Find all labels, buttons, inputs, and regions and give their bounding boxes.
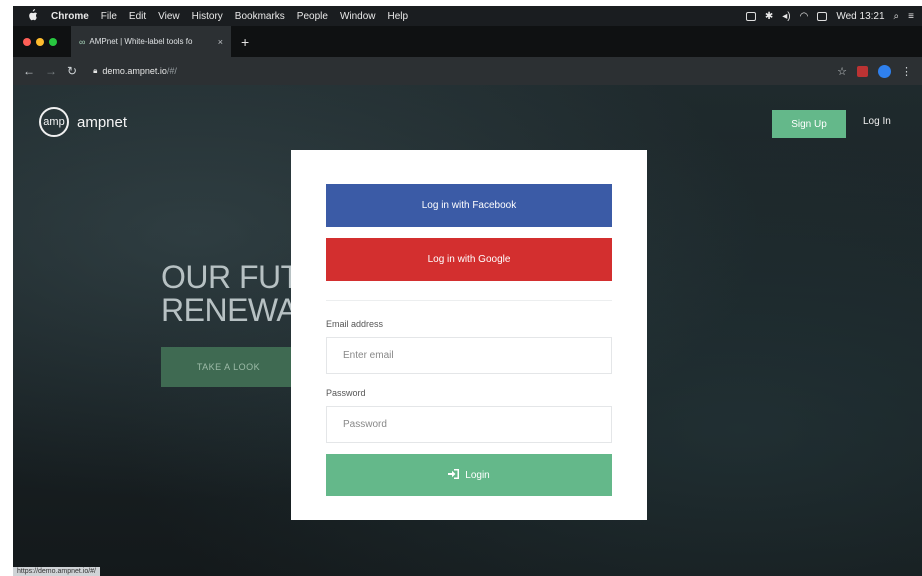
take-a-look-button[interactable]: TAKE A LOOK [161, 347, 296, 387]
hero-line-1: OUR FUT [161, 259, 300, 295]
tab-favicon-icon: ∞ [79, 36, 86, 47]
macos-menu-bar: Chrome File Edit View History Bookmarks … [13, 6, 922, 26]
menu-chrome[interactable]: Chrome [51, 11, 89, 22]
menu-edit[interactable]: Edit [129, 11, 146, 22]
reload-icon[interactable]: ↻ [67, 64, 77, 78]
facebook-login-button[interactable]: Log in with Facebook [326, 184, 612, 227]
divider [326, 300, 612, 301]
log-in-link[interactable]: Log In [863, 116, 891, 127]
menu-history[interactable]: History [192, 11, 223, 22]
menu-people[interactable]: People [297, 11, 328, 22]
profile-avatar[interactable] [878, 64, 891, 78]
email-label: Email address [326, 319, 384, 329]
status-bar-url: https://demo.ampnet.io/#/ [13, 567, 100, 576]
forward-arrow-icon[interactable]: → [45, 64, 57, 78]
minimize-window-button[interactable] [36, 37, 44, 46]
ampnet-logo[interactable]: amp ampnet [39, 107, 127, 137]
logo-mark: amp [39, 107, 69, 137]
email-field[interactable] [326, 337, 612, 374]
url-host: demo.ampnet.io [102, 66, 167, 76]
logo-wordmark: ampnet [77, 113, 128, 131]
menubar-clock[interactable]: Wed 13:21 [836, 11, 884, 22]
login-button[interactable]: Login [326, 454, 612, 496]
hero-heading: OUR FUT RENEWA [161, 261, 300, 327]
sign-up-button[interactable]: Sign Up [772, 110, 846, 138]
menubar-status-area: ✱ ◂) ◠ Wed 13:21 ⌕ ≡ [745, 6, 914, 26]
hero-line-2: RENEWA [161, 292, 298, 328]
browser-tab-active[interactable]: ∞ AMPnet | White-label tools fo × [71, 26, 231, 57]
screen: Chrome File Edit View History Bookmarks … [13, 6, 922, 576]
web-page: amp ampnet Sign Up Log In OUR FUT RENEWA… [13, 85, 922, 576]
zoom-window-button[interactable] [49, 37, 57, 46]
login-modal: Log in with Facebook Log in with Google … [291, 150, 647, 520]
apple-icon[interactable] [27, 8, 41, 24]
bluetooth-icon[interactable]: ✱ [765, 11, 773, 22]
spotlight-search-icon[interactable]: ⌕ [894, 11, 900, 22]
volume-icon[interactable]: ◂) [782, 11, 790, 22]
browser-toolbar: ← → ↻ 🔒︎ demo.ampnet.io/#/ ☆ ⋮ [13, 57, 922, 85]
menu-bookmarks[interactable]: Bookmarks [235, 11, 285, 22]
lock-icon: 🔒︎ [93, 66, 98, 75]
extension-icon[interactable] [857, 65, 868, 77]
control-center-icon[interactable]: ≡ [908, 11, 914, 22]
google-login-button[interactable]: Log in with Google [326, 238, 612, 281]
menu-file[interactable]: File [101, 11, 117, 22]
back-arrow-icon[interactable]: ← [23, 64, 35, 78]
close-window-button[interactable] [23, 37, 31, 46]
window-controls [23, 37, 57, 46]
bookmark-star-icon[interactable]: ☆ [837, 65, 847, 78]
password-label: Password [326, 388, 366, 398]
address-bar[interactable]: 🔒︎ demo.ampnet.io/#/ [93, 66, 177, 76]
password-field[interactable] [326, 406, 612, 443]
login-button-label: Login [465, 469, 490, 481]
chrome-menu-icon[interactable]: ⋮ [901, 65, 912, 78]
tab-title: AMPnet | White-label tools fo [89, 37, 193, 46]
sign-in-icon [448, 468, 460, 482]
menu-window[interactable]: Window [340, 11, 376, 22]
new-tab-button[interactable]: + [241, 34, 249, 50]
wifi-icon[interactable]: ◠ [800, 11, 809, 22]
browser-tab-strip: ∞ AMPnet | White-label tools fo × + [13, 26, 922, 57]
menu-view[interactable]: View [158, 11, 180, 22]
menu-help[interactable]: Help [388, 11, 409, 22]
toolbar-actions: ☆ ⋮ [837, 57, 912, 85]
tab-close-icon[interactable]: × [218, 37, 223, 47]
airplay-icon[interactable] [745, 11, 756, 21]
url-path: /#/ [166, 66, 177, 76]
battery-icon[interactable] [817, 11, 828, 21]
